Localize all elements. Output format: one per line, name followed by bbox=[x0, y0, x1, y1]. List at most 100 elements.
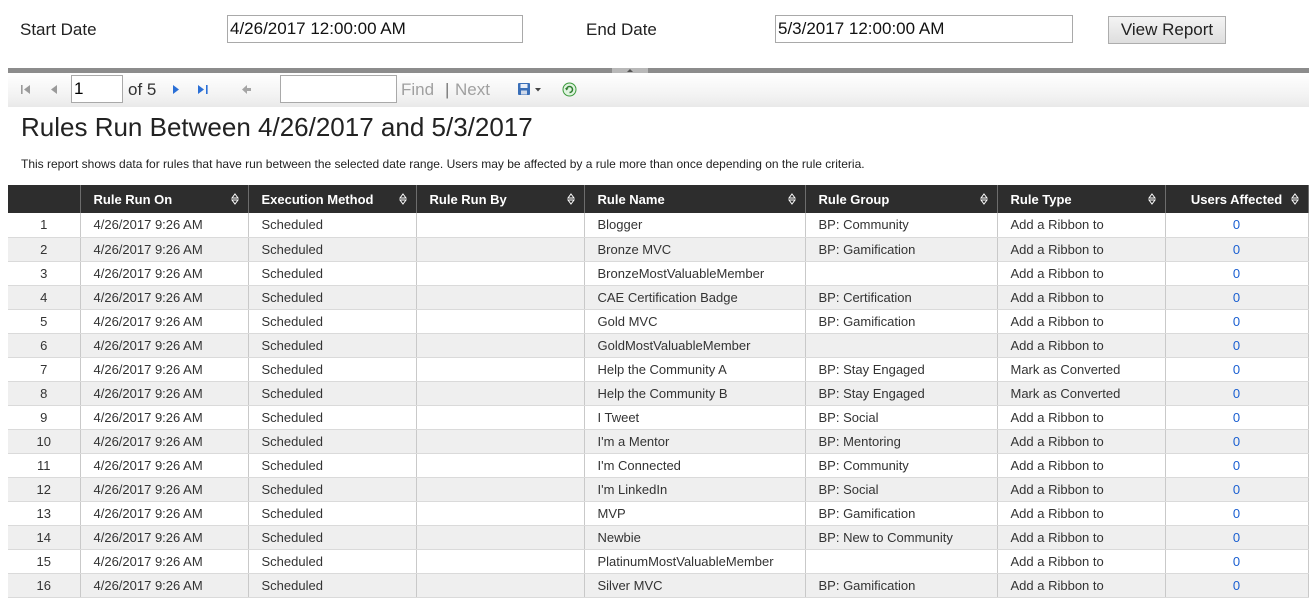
header-rule-run-on[interactable]: Rule Run On bbox=[80, 185, 249, 213]
row-number: 3 bbox=[8, 261, 81, 286]
users-affected-link[interactable]: 0 bbox=[1233, 482, 1240, 497]
sort-icon[interactable] bbox=[1147, 193, 1156, 205]
back-to-parent-icon[interactable] bbox=[240, 81, 254, 97]
start-date-input[interactable] bbox=[227, 15, 523, 43]
cell-rule-group: BP: Mentoring bbox=[805, 429, 998, 454]
row-number: 4 bbox=[8, 285, 81, 310]
cell-rule-run-by bbox=[416, 309, 585, 334]
sort-icon[interactable] bbox=[787, 193, 796, 205]
cell-rule-group bbox=[805, 549, 998, 574]
header-rule-name[interactable]: Rule Name bbox=[584, 185, 806, 213]
find-next-link[interactable]: Next bbox=[455, 80, 490, 100]
cell-rule-name: I Tweet bbox=[584, 405, 806, 430]
cell-rule-name: Newbie bbox=[584, 525, 806, 550]
cell-rule-run-by bbox=[416, 237, 585, 262]
cell-rule-run-on: 4/26/2017 9:26 AM bbox=[80, 501, 249, 526]
sort-icon[interactable] bbox=[566, 193, 575, 205]
sort-icon[interactable] bbox=[1290, 193, 1299, 205]
table-row: 15 4/26/2017 9:26 AM Scheduled PlatinumMost… bbox=[8, 549, 1309, 574]
header-label: Execution Method bbox=[261, 191, 374, 207]
cell-rule-group: BP: Community bbox=[805, 453, 998, 478]
find-text-input[interactable] bbox=[280, 75, 397, 103]
cell-rule-name: Blogger bbox=[584, 213, 806, 238]
cell-rule-run-on: 4/26/2017 9:26 AM bbox=[80, 573, 249, 598]
cell-rule-name: I'm a Mentor bbox=[584, 429, 806, 454]
cell-rule-name: Silver MVC bbox=[584, 573, 806, 598]
previous-page-icon[interactable] bbox=[48, 81, 60, 97]
cell-rule-run-by bbox=[416, 501, 585, 526]
refresh-icon[interactable] bbox=[561, 81, 577, 97]
cell-execution-method: Scheduled bbox=[248, 213, 417, 238]
cell-rule-group: BP: Stay Engaged bbox=[805, 381, 998, 406]
cell-rule-group: BP: Stay Engaged bbox=[805, 357, 998, 382]
header-label: Rule Run By bbox=[429, 191, 507, 207]
users-affected-link[interactable]: 0 bbox=[1233, 386, 1240, 401]
cell-users-affected: 0 bbox=[1165, 261, 1309, 286]
cell-rule-run-on: 4/26/2017 9:26 AM bbox=[80, 381, 249, 406]
cell-users-affected: 0 bbox=[1165, 573, 1309, 598]
page-number-input[interactable] bbox=[71, 75, 123, 103]
cell-execution-method: Scheduled bbox=[248, 549, 417, 574]
cell-rule-type: Add a Ribbon to bbox=[997, 237, 1166, 262]
end-date-input[interactable] bbox=[775, 15, 1073, 43]
users-affected-link[interactable]: 0 bbox=[1233, 578, 1240, 593]
cell-rule-name: Help the Community B bbox=[584, 381, 806, 406]
view-report-button[interactable]: View Report bbox=[1108, 16, 1226, 44]
cell-execution-method: Scheduled bbox=[248, 285, 417, 310]
header-rule-type[interactable]: Rule Type bbox=[997, 185, 1166, 213]
cell-rule-run-on: 4/26/2017 9:26 AM bbox=[80, 429, 249, 454]
users-affected-link[interactable]: 0 bbox=[1233, 217, 1240, 232]
first-page-icon[interactable] bbox=[19, 81, 33, 97]
cell-rule-type: Mark as Converted bbox=[997, 357, 1166, 382]
cell-rule-group: BP: Social bbox=[805, 405, 998, 430]
row-number: 11 bbox=[8, 453, 81, 478]
users-affected-link[interactable]: 0 bbox=[1233, 458, 1240, 473]
cell-execution-method: Scheduled bbox=[248, 501, 417, 526]
users-affected-link[interactable]: 0 bbox=[1233, 242, 1240, 257]
cell-users-affected: 0 bbox=[1165, 237, 1309, 262]
table-row: 8 4/26/2017 9:26 AM Scheduled Help the Comm… bbox=[8, 381, 1309, 406]
users-affected-link[interactable]: 0 bbox=[1233, 554, 1240, 569]
cell-rule-run-on: 4/26/2017 9:26 AM bbox=[80, 549, 249, 574]
users-affected-link[interactable]: 0 bbox=[1233, 266, 1240, 281]
cell-users-affected: 0 bbox=[1165, 429, 1309, 454]
users-affected-link[interactable]: 0 bbox=[1233, 434, 1240, 449]
last-page-icon[interactable] bbox=[195, 81, 211, 97]
header-rule-group[interactable]: Rule Group bbox=[805, 185, 998, 213]
cell-rule-run-by bbox=[416, 357, 585, 382]
cell-execution-method: Scheduled bbox=[248, 333, 417, 358]
users-affected-link[interactable]: 0 bbox=[1233, 290, 1240, 305]
users-affected-link[interactable]: 0 bbox=[1233, 410, 1240, 425]
row-number: 10 bbox=[8, 429, 81, 454]
cell-users-affected: 0 bbox=[1165, 333, 1309, 358]
row-number: 16 bbox=[8, 573, 81, 598]
users-affected-link[interactable]: 0 bbox=[1233, 530, 1240, 545]
next-page-icon[interactable] bbox=[170, 81, 182, 97]
header-users-affected[interactable]: Users Affected bbox=[1165, 185, 1309, 213]
users-affected-link[interactable]: 0 bbox=[1233, 338, 1240, 353]
cell-rule-run-on: 4/26/2017 9:26 AM bbox=[80, 453, 249, 478]
report-description: This report shows data for rules that ha… bbox=[21, 157, 865, 171]
export-save-icon[interactable] bbox=[516, 81, 546, 97]
cell-rule-run-on: 4/26/2017 9:26 AM bbox=[80, 237, 249, 262]
users-affected-link[interactable]: 0 bbox=[1233, 362, 1240, 377]
cell-rule-run-on: 4/26/2017 9:26 AM bbox=[80, 285, 249, 310]
users-affected-link[interactable]: 0 bbox=[1233, 314, 1240, 329]
sort-icon[interactable] bbox=[398, 193, 407, 205]
header-rule-run-by[interactable]: Rule Run By bbox=[416, 185, 585, 213]
end-date-label: End Date bbox=[586, 20, 657, 39]
users-affected-link[interactable]: 0 bbox=[1233, 506, 1240, 521]
cell-rule-group bbox=[805, 333, 998, 358]
header-execution-method[interactable]: Execution Method bbox=[248, 185, 417, 213]
row-number: 13 bbox=[8, 501, 81, 526]
find-link[interactable]: Find bbox=[401, 80, 434, 100]
cell-users-affected: 0 bbox=[1165, 525, 1309, 550]
cell-users-affected: 0 bbox=[1165, 381, 1309, 406]
cell-rule-run-by bbox=[416, 429, 585, 454]
cell-rule-run-on: 4/26/2017 9:26 AM bbox=[80, 309, 249, 334]
cell-rule-type: Add a Ribbon to bbox=[997, 213, 1166, 238]
cell-users-affected: 0 bbox=[1165, 501, 1309, 526]
cell-rule-run-on: 4/26/2017 9:26 AM bbox=[80, 261, 249, 286]
sort-icon[interactable] bbox=[230, 193, 239, 205]
sort-icon[interactable] bbox=[979, 193, 988, 205]
